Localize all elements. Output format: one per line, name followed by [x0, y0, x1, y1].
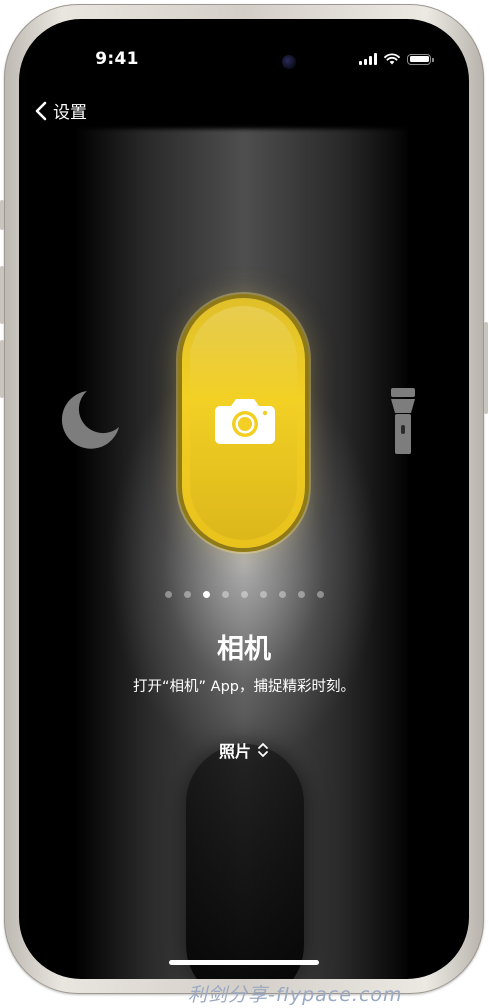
page-indicator[interactable]: [165, 591, 324, 598]
chevron-left-icon: [35, 101, 47, 120]
background-shadow-tube: [186, 744, 304, 979]
page-dot[interactable]: [279, 591, 286, 598]
volume-down-button: [0, 340, 4, 398]
wifi-icon: [384, 53, 400, 65]
page-dot[interactable]: [241, 591, 248, 598]
status-icons: [359, 53, 434, 65]
page-dot[interactable]: [222, 591, 229, 598]
picker-value: 照片: [218, 742, 251, 761]
home-indicator[interactable]: [169, 960, 319, 965]
flashlight-icon[interactable]: [390, 387, 416, 455]
battery-icon: [407, 53, 434, 65]
page-dot[interactable]: [260, 591, 267, 598]
action-description: 打开“相机” App，捕捉精彩时刻。: [133, 679, 355, 695]
dynamic-island: [180, 44, 308, 80]
back-label: 设置: [53, 103, 87, 123]
action-title: 相机: [217, 634, 271, 665]
cellular-signal-icon: [359, 53, 377, 65]
action-button-hardware: [0, 200, 4, 230]
power-button: [484, 322, 488, 414]
camera-icon: [215, 399, 275, 444]
moon-icon[interactable]: [57, 387, 123, 453]
page-dot[interactable]: [184, 591, 191, 598]
back-button[interactable]: 设置: [35, 98, 87, 123]
status-time: 9:41: [95, 49, 139, 69]
chevron-up-down-icon: [258, 743, 268, 757]
iphone-frame: 9:41 设置 相机 打开“相机” App，捕捉精彩时刻。 照片: [0, 4, 488, 994]
action-capsule[interactable]: [182, 298, 305, 548]
volume-up-button: [0, 266, 4, 324]
camera-mode-picker[interactable]: 照片: [19, 738, 469, 762]
watermark-text: 利剑分享-flypace.com: [188, 984, 403, 1006]
page-dot[interactable]: [165, 591, 172, 598]
page-dot[interactable]: [298, 591, 305, 598]
page-dot[interactable]: [317, 591, 324, 598]
page-dot-active[interactable]: [203, 591, 210, 598]
screen: 9:41 设置 相机 打开“相机” App，捕捉精彩时刻。 照片: [19, 19, 469, 979]
front-camera-lens: [282, 55, 296, 69]
